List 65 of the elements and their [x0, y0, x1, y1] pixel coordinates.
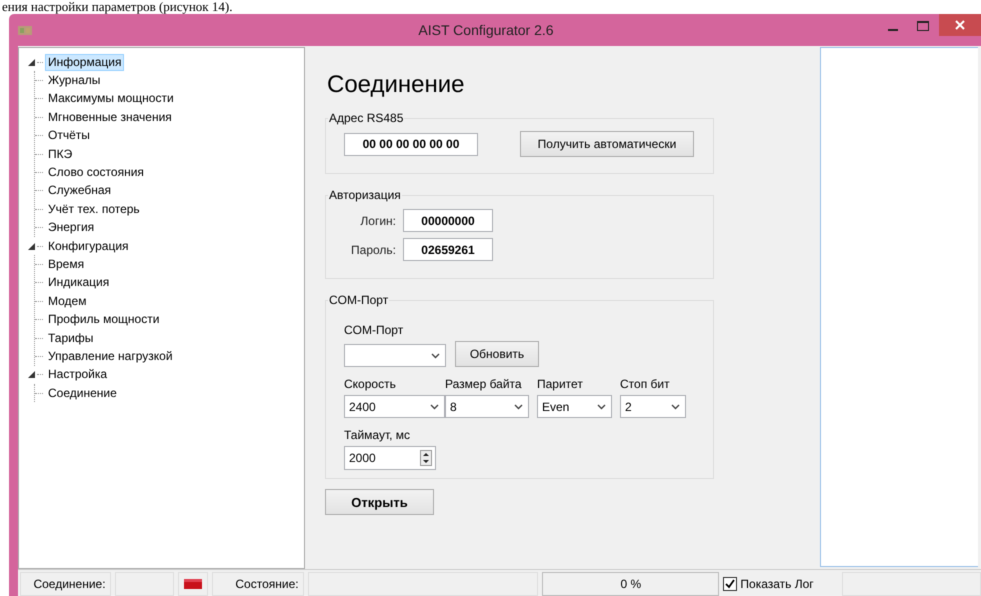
dropdown[interactable]: 2 [620, 395, 686, 418]
tree-item[interactable]: Слово состояния [45, 164, 147, 182]
tree-item[interactable]: Управление нагрузкой [45, 348, 176, 365]
group-title: COM-Порт [328, 293, 390, 307]
collapse-triangle-icon[interactable] [28, 242, 34, 250]
field-label: Стоп бит [620, 377, 671, 391]
chevron-down-icon [431, 352, 440, 358]
minimize-icon [888, 29, 898, 31]
field-label: Размер байта [445, 377, 523, 391]
status-label: Соединение: [33, 577, 106, 591]
chevron-down-icon [430, 404, 439, 410]
field-label: Пароль: [350, 242, 396, 256]
checkbox[interactable] [723, 577, 738, 591]
checkmark-icon [725, 579, 736, 589]
tree-item[interactable]: Настройка [45, 366, 110, 384]
tree-item[interactable]: Журналы [45, 72, 104, 90]
chevron-down-icon [597, 404, 606, 410]
tree-item[interactable]: Модем [45, 292, 90, 310]
collapse-triangle-icon[interactable] [28, 371, 34, 378]
field-label: COM-Порт [344, 323, 404, 337]
tree-item[interactable]: Конфигурация [45, 238, 132, 255]
app-logo-icon [17, 23, 33, 37]
open-button[interactable]: Открыть [325, 489, 434, 515]
tree-item[interactable]: Энергия [45, 219, 98, 236]
maximize-icon [917, 21, 929, 31]
field-label: Паритет [537, 377, 584, 391]
tree-item[interactable]: Тарифы [45, 330, 96, 347]
page-title: Соединение [327, 71, 466, 99]
document-text: ения настройки параметров (рисунок 14). [2, 0, 232, 14]
window-title: AIST Configurator 2.6 [417, 22, 555, 38]
chevron-down-icon [671, 404, 680, 410]
spin-arrows-icon [420, 450, 432, 466]
tree-item[interactable]: Служебная [45, 182, 114, 200]
tree-item[interactable]: Отчёты [45, 127, 93, 144]
close-icon [955, 20, 965, 30]
tree-item[interactable]: Учёт тех. потерь [45, 200, 143, 218]
input-field[interactable]: 02659261 [403, 238, 493, 261]
progress-reading: 0 % [620, 577, 642, 591]
tree-item[interactable]: Индикация [45, 274, 112, 292]
refresh-button[interactable]: Обновить [455, 341, 539, 367]
tree-item[interactable]: Информация [45, 54, 124, 71]
auto-detect-button[interactable]: Получить автоматически [520, 131, 694, 157]
group-title: Адрес RS485 [328, 111, 404, 125]
input-field[interactable]: 00000000 [403, 209, 493, 232]
address-field[interactable]: 00 00 00 00 00 00 [344, 132, 478, 156]
tree-item[interactable]: ПКЭ [45, 146, 76, 163]
collapse-triangle-icon[interactable] [28, 58, 34, 66]
flag-icon [184, 579, 202, 589]
timeout-spinner[interactable]: 2000 [344, 446, 436, 470]
field-label: Таймаут, мс [344, 428, 412, 442]
dropdown[interactable]: Even [537, 395, 612, 418]
tree-item[interactable]: Профиль мощности [45, 311, 162, 328]
tree-item[interactable]: Мгновенные значения [45, 108, 175, 126]
chevron-down-icon [514, 404, 523, 410]
field-label: Логин: [359, 214, 396, 228]
field-label: Скорость [344, 377, 397, 391]
checkbox-label[interactable]: Показать Лог [740, 577, 814, 591]
tree-item[interactable]: Время [45, 256, 88, 273]
close-button[interactable] [939, 14, 981, 36]
tree-item[interactable]: Соединение [45, 384, 120, 402]
tree-item[interactable]: Максимумы мощности [45, 90, 177, 108]
dropdown[interactable]: 2400 [344, 395, 445, 418]
status-label: Состояние: [235, 577, 299, 591]
dropdown[interactable]: 8 [445, 395, 529, 418]
group-title: Авторизация [328, 188, 402, 202]
